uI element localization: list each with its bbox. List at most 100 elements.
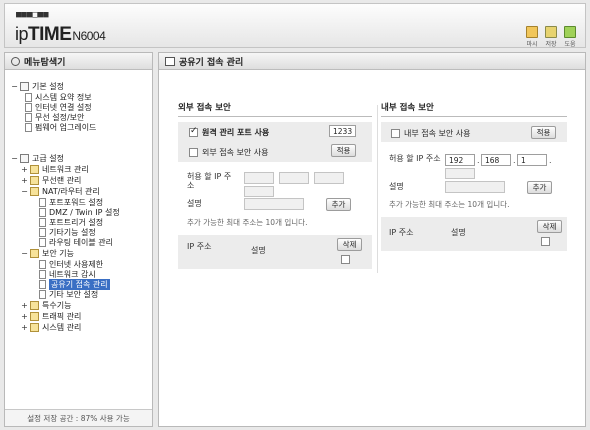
help-button[interactable]: 도움 <box>563 26 577 48</box>
menu-explorer: 메뉴탐색기 − 기본 설정 시스템 요약 정보 인터넷 연결 설정 무선 설정/보… <box>4 52 153 427</box>
page-icon <box>39 197 46 207</box>
tree-item-internet-limit[interactable]: 인터넷 사용제한 <box>39 259 103 269</box>
tree-item-network[interactable]: + 네트워크 관리 <box>21 164 89 174</box>
external-apply-button[interactable]: 적용 <box>331 144 356 157</box>
external-delete-button[interactable]: 삭제 <box>337 238 362 251</box>
tree-item-portforward[interactable]: 포트포워드 설정 <box>39 197 103 207</box>
settings-folder-icon <box>20 153 29 163</box>
window-icon <box>165 56 175 66</box>
external-col-ip: IP 주소 <box>187 242 212 251</box>
external-select-all-checkbox[interactable] <box>341 255 350 264</box>
tree-item-access-management[interactable]: 공유기 접속 관리 <box>39 278 110 290</box>
help-icon <box>564 26 576 38</box>
save-button[interactable]: 저장 <box>544 26 558 48</box>
external-desc-label: 설명 <box>187 199 202 208</box>
page-icon <box>39 289 46 299</box>
home-icon <box>526 26 538 38</box>
lock-icon <box>30 248 39 258</box>
remote-manage-row: 원격 관리 포트 사용 <box>189 126 269 138</box>
tree-item-security-misc[interactable]: 기타 보안 설정 <box>39 289 98 299</box>
tree-item-porttrigger[interactable]: 포트트리거 설정 <box>39 217 103 227</box>
internal-secure-row: 내부 접속 보안 사용 <box>391 128 471 139</box>
header-buttons: 마시 저장 도움 <box>525 26 577 48</box>
internal-max-note: 추가 가능한 최대 주소는 10개 입니다. <box>389 200 510 209</box>
tree-item-firmware[interactable]: 펌웨어 업그레이드 <box>25 122 96 132</box>
tree-item-traffic[interactable]: + 트래픽 관리 <box>21 311 81 321</box>
page-icon <box>39 237 46 247</box>
section-divider <box>377 105 378 273</box>
router-icon <box>30 186 39 196</box>
external-ip4-input[interactable] <box>244 186 274 197</box>
page-icon <box>25 92 32 102</box>
internal-col-desc: 설명 <box>451 228 466 237</box>
page-title-bar: 공유기 접속 관리 <box>159 53 585 70</box>
tree-item-system-summary[interactable]: 시스템 요약 정보 <box>25 92 92 102</box>
storage-status: 설정 저장 공간 : 87% 사용 가능 <box>5 409 152 426</box>
remote-manage-checkbox[interactable] <box>189 126 198 137</box>
star-folder-icon <box>30 300 39 310</box>
internal-ip2-input[interactable]: 168 <box>481 154 511 166</box>
internal-delete-button[interactable]: 삭제 <box>537 220 562 233</box>
internal-apply-button[interactable]: 적용 <box>531 126 556 139</box>
external-col-desc: 설명 <box>251 246 266 255</box>
internal-select-all-checkbox[interactable] <box>541 237 550 246</box>
page-icon <box>25 102 32 112</box>
page-icon <box>39 259 46 269</box>
tree-item-special[interactable]: + 특수기능 <box>21 300 71 310</box>
main-panel: 공유기 접속 관리 외부 접속 보안 원격 관리 포트 사용 1233 외부 접… <box>158 52 586 427</box>
tree-item-nat[interactable]: − NAT/라우터 관리 <box>21 186 100 196</box>
page-icon <box>39 207 46 217</box>
internal-ip3-input[interactable]: 1 <box>517 154 547 166</box>
tree-item-basic[interactable]: − 기본 설정 <box>11 81 64 91</box>
internal-desc-input[interactable] <box>445 181 505 193</box>
page-title: 공유기 접속 관리 <box>179 57 244 68</box>
wireless-icon <box>30 175 39 185</box>
tree-item-system[interactable]: + 시스템 관리 <box>21 322 81 332</box>
app-header: ■■■□■■ ipTIMEN6004 마시 저장 도움 <box>4 3 586 48</box>
internal-add-button[interactable]: 추가 <box>527 181 552 194</box>
external-ip2-input[interactable] <box>279 172 309 184</box>
external-secure-checkbox[interactable] <box>189 148 198 157</box>
network-icon <box>30 164 39 174</box>
tree-item-network-watch[interactable]: 네트워크 감시 <box>39 269 96 279</box>
tree-item-advanced[interactable]: − 고급 설정 <box>11 153 64 163</box>
internal-col-ip: IP 주소 <box>389 228 414 237</box>
traffic-icon <box>30 311 39 321</box>
page-icon <box>39 217 46 227</box>
page-icon <box>39 269 46 279</box>
internal-ip4-input[interactable] <box>445 168 475 179</box>
settings-folder-icon <box>20 81 29 91</box>
external-add-button[interactable]: 추가 <box>326 198 351 211</box>
external-ip1-input[interactable] <box>244 172 274 184</box>
internal-ip1-input[interactable]: 192 <box>445 154 475 166</box>
brand-logo: ipTIMEN6004 <box>15 24 106 45</box>
internal-section-title: 내부 접속 보안 <box>381 101 567 117</box>
save-icon <box>545 26 557 38</box>
external-security-section: 외부 접속 보안 <box>178 101 372 117</box>
menu-explorer-title: 메뉴탐색기 <box>5 53 152 70</box>
external-max-note: 추가 가능한 최대 주소는 10개 입니다. <box>187 218 308 227</box>
download-icon <box>25 122 32 132</box>
external-desc-input[interactable] <box>244 198 304 210</box>
logo-dots: ■■■□■■ <box>16 10 49 20</box>
tree-item-security[interactable]: − 보안 기능 <box>21 248 74 258</box>
page-icon <box>39 279 46 289</box>
external-ip3-input[interactable] <box>314 172 344 184</box>
external-allow-ip-label: 허용 할 IP 주소 <box>187 172 232 190</box>
internal-security-section: 내부 접속 보안 <box>381 101 567 117</box>
internal-secure-checkbox[interactable] <box>391 129 400 138</box>
tree-item-routing[interactable]: 라우팅 테이블 관리 <box>39 237 113 247</box>
tree-item-dmz[interactable]: DMZ / Twin IP 설정 <box>39 207 120 217</box>
page-icon <box>39 227 46 237</box>
tree-item-wlan[interactable]: + 무선랜 관리 <box>21 175 81 185</box>
external-secure-row: 외부 접속 보안 사용 <box>189 147 269 158</box>
internal-desc-label: 설명 <box>389 182 404 191</box>
tree-item-wireless[interactable]: 무선 설정/보안 <box>25 112 84 122</box>
external-section-title: 외부 접속 보안 <box>178 101 372 117</box>
remote-port-input[interactable]: 1233 <box>329 125 356 137</box>
page-icon <box>25 112 32 122</box>
home-button[interactable]: 마시 <box>525 26 539 48</box>
tree-item-misc[interactable]: 기타기능 설정 <box>39 227 96 237</box>
system-icon <box>30 322 39 332</box>
tree-item-internet[interactable]: 인터넷 연결 설정 <box>25 102 92 112</box>
